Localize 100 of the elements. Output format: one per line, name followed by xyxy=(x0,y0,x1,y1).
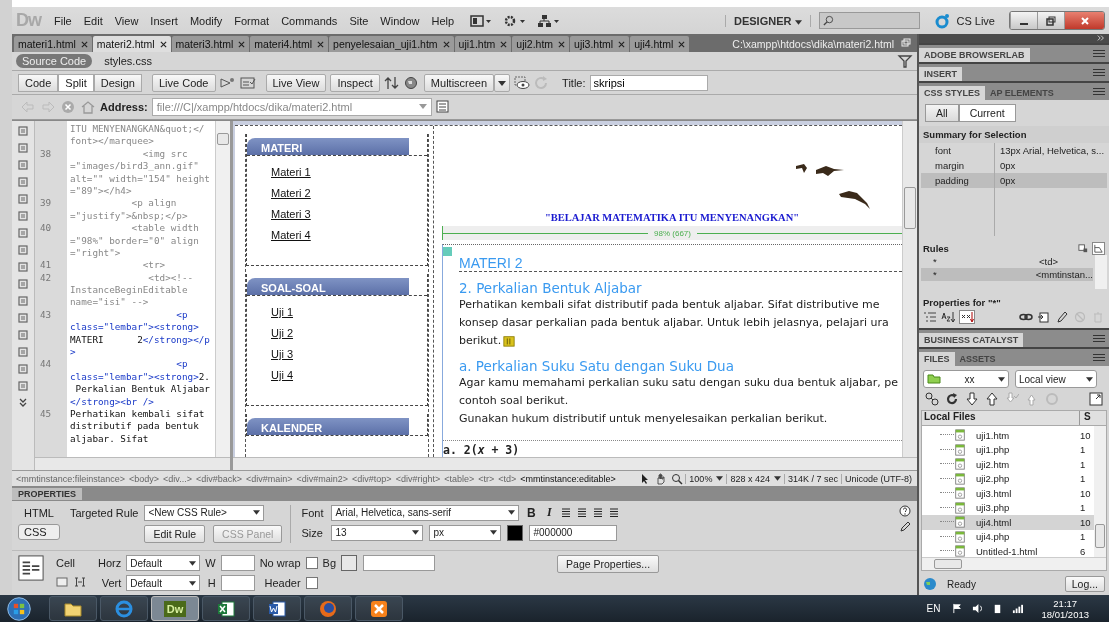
inspect-icon[interactable] xyxy=(219,75,236,90)
check-in-icon[interactable] xyxy=(1025,392,1039,406)
taskbar-app[interactable] xyxy=(355,596,403,621)
italic-button[interactable]: I xyxy=(543,505,556,521)
vertical-scrollbar[interactable] xyxy=(1095,255,1107,289)
tag-selector-item[interactable]: <div#main> xyxy=(244,473,295,484)
workspace-switcher[interactable]: DESIGNER xyxy=(725,14,812,27)
close-icon[interactable] xyxy=(678,40,686,48)
inspect-button[interactable]: Inspect xyxy=(330,73,380,92)
rule-row[interactable]: * <td> xyxy=(921,255,1093,268)
show-cascade-icon[interactable] xyxy=(1078,243,1089,254)
eye-icon[interactable] xyxy=(514,75,531,90)
menu-item[interactable]: Site xyxy=(344,14,374,27)
font-select[interactable]: Arial, Helvetica, sans-serif xyxy=(331,504,520,521)
summary-row[interactable]: font 13px Arial, Helvetica, s... xyxy=(921,143,1107,158)
menu-item[interactable]: Format xyxy=(229,14,275,27)
zoom-icon[interactable] xyxy=(671,472,684,485)
window-size[interactable]: 828 x 424 xyxy=(726,473,784,484)
file-row[interactable]: uji2.php 1 xyxy=(922,471,1094,486)
file-row[interactable]: uji3.php 1 xyxy=(922,500,1094,515)
more-icon[interactable] xyxy=(17,397,29,409)
document-tab[interactable]: uji1.htm xyxy=(454,36,512,52)
cs-live-icon[interactable] xyxy=(934,12,951,29)
align-icon[interactable] xyxy=(593,507,604,518)
horizontal-scrollbar[interactable] xyxy=(233,457,917,470)
close-icon[interactable] xyxy=(618,40,626,48)
tag-selector-item[interactable]: <body> xyxy=(127,473,162,484)
header-checkbox[interactable] xyxy=(305,577,318,589)
browser-options-icon[interactable] xyxy=(435,100,452,114)
multiscreen-dropdown[interactable] xyxy=(494,73,511,92)
set-properties-icon[interactable] xyxy=(959,310,975,324)
taskbar-app[interactable] xyxy=(253,596,301,621)
connect-icon[interactable] xyxy=(925,392,939,406)
split-cell-icon[interactable] xyxy=(74,577,86,587)
document-tab[interactable]: materi3.html xyxy=(171,36,250,52)
menu-item[interactable]: Insert xyxy=(145,14,183,27)
close-icon[interactable] xyxy=(442,40,450,48)
view-button[interactable]: Design xyxy=(93,73,142,92)
multiscreen-button[interactable]: Multiscreen xyxy=(423,73,495,92)
speaker-icon[interactable] xyxy=(972,603,984,614)
bg-color-field[interactable] xyxy=(363,555,436,571)
menu-item[interactable]: View xyxy=(109,14,144,27)
file-row[interactable]: uji3.html 10 xyxy=(922,486,1094,501)
sidebar-link[interactable]: Uji 1 xyxy=(271,306,293,318)
bold-button[interactable]: B xyxy=(525,505,538,520)
document-tab[interactable]: uji3.html xyxy=(570,36,630,52)
filter-icon[interactable] xyxy=(897,54,913,68)
taskbar-app[interactable] xyxy=(202,596,250,621)
scrollbar-thumb[interactable] xyxy=(904,187,916,229)
document-tab[interactable]: uji4.html xyxy=(630,36,690,52)
width-field[interactable] xyxy=(220,555,255,571)
file-row[interactable]: uji4.html 10 xyxy=(922,515,1094,530)
sidebar-link[interactable]: Uji 4 xyxy=(271,369,293,381)
minimize-button[interactable] xyxy=(1010,12,1037,29)
no-wrap-checkbox[interactable] xyxy=(305,557,318,569)
tag-selector-item[interactable]: <tr> xyxy=(476,473,497,484)
menu-item[interactable]: Modify xyxy=(184,14,228,27)
close-icon[interactable] xyxy=(80,40,88,48)
align-icon[interactable] xyxy=(577,507,588,518)
sidebar-link[interactable]: Materi 1 xyxy=(271,166,311,178)
align-icon[interactable] xyxy=(561,507,572,518)
align-icon[interactable] xyxy=(609,507,620,518)
summary-row[interactable]: padding 0px xyxy=(921,173,1107,188)
clock-time[interactable]: 21:17 xyxy=(1053,597,1078,609)
vert-select[interactable]: Default xyxy=(126,575,201,591)
restore-button[interactable] xyxy=(1037,12,1064,29)
sidebar-link[interactable]: Uji 3 xyxy=(271,348,293,360)
taskbar-app[interactable] xyxy=(49,596,97,621)
tag-selector-item[interactable]: <table> xyxy=(442,473,477,484)
tag-selector-item[interactable]: <td> xyxy=(496,473,519,484)
menu-item[interactable]: Window xyxy=(375,14,425,27)
zoom-select[interactable]: 100% xyxy=(685,473,727,484)
menu-item[interactable]: Commands xyxy=(276,14,343,27)
unit-select[interactable]: px xyxy=(429,524,502,541)
layout-icon[interactable] xyxy=(469,14,494,27)
title-field[interactable]: skripsi xyxy=(589,74,708,91)
targeted-rule-select[interactable]: <New CSS Rule> xyxy=(144,504,265,521)
file-row[interactable]: uji1.htm 10 xyxy=(922,428,1094,443)
hand-icon[interactable] xyxy=(655,472,668,485)
settings-icon[interactable] xyxy=(503,14,528,27)
rule-row[interactable]: * <mmtinstan... xyxy=(921,268,1093,281)
view-button[interactable]: Code xyxy=(18,73,59,92)
live-code-button[interactable]: Live Code xyxy=(151,73,216,92)
pencil-icon[interactable] xyxy=(1055,311,1069,323)
close-icon[interactable] xyxy=(558,40,566,48)
edit-icon[interactable] xyxy=(899,520,911,533)
sidebar-link[interactable]: Uji 2 xyxy=(271,327,293,339)
document-tab[interactable]: materi2.html xyxy=(92,36,171,52)
column-header[interactable]: S xyxy=(1080,411,1106,425)
panel-tab[interactable]: CSS STYLES xyxy=(919,86,985,100)
scrollbar-thumb[interactable] xyxy=(217,133,229,145)
edit-rule-button[interactable]: Edit Rule xyxy=(144,524,206,543)
link-icon[interactable] xyxy=(1019,311,1033,323)
sidebar-link[interactable]: Materi 4 xyxy=(271,229,311,241)
merge-cells-icon[interactable] xyxy=(56,577,68,587)
log-button[interactable]: Log... xyxy=(1064,576,1105,592)
panel-tab[interactable]: ADOBE BROWSERLAB xyxy=(919,48,1030,62)
language-indicator[interactable]: EN xyxy=(926,603,941,614)
size-select[interactable]: 13 xyxy=(331,524,424,541)
checklist-icon[interactable] xyxy=(239,75,256,90)
